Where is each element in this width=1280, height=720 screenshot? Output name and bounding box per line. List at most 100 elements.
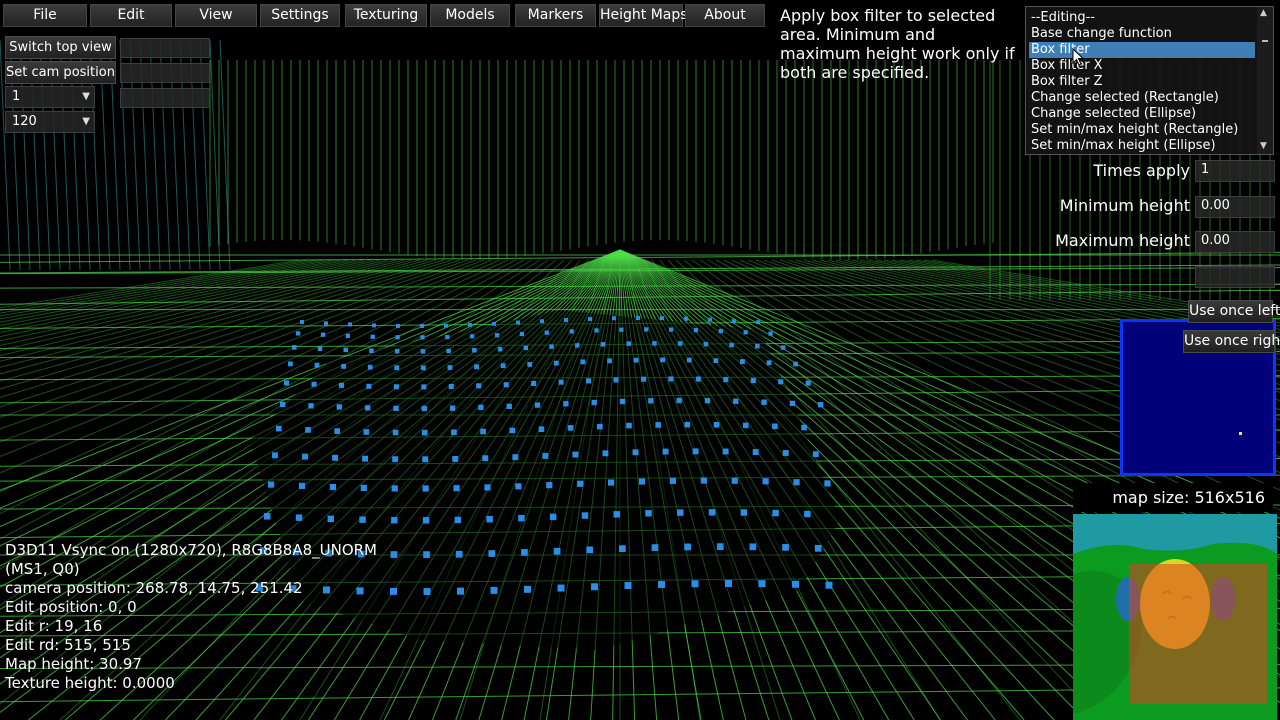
selection-point — [300, 320, 304, 324]
scroll-down-icon[interactable]: ▼ — [1260, 141, 1267, 151]
selection-point — [323, 586, 330, 594]
selection-point — [662, 448, 669, 455]
selection-point — [423, 587, 431, 595]
selection-point — [575, 343, 580, 348]
min-height-label: Minimum height — [1059, 196, 1190, 215]
selection-point — [602, 450, 609, 457]
selection-point — [476, 383, 482, 389]
list-item[interactable]: Set min/max height (Rectangle) — [1029, 122, 1255, 138]
switch-top-view-button[interactable]: Switch top view — [5, 36, 116, 59]
selection-point — [302, 453, 308, 460]
selection-point — [676, 397, 682, 404]
selection-point — [708, 509, 716, 516]
menu-edit[interactable]: Edit — [90, 4, 172, 27]
combo-box-2[interactable]: 120 ▼ — [5, 111, 95, 133]
list-item[interactable]: Change selected (Ellipse) — [1029, 106, 1255, 122]
list-item[interactable]: Box filter Z — [1029, 74, 1255, 90]
scroll-thumb[interactable] — [1262, 40, 1268, 42]
selection-point — [805, 380, 811, 386]
list-item[interactable]: Change selected (Rectangle) — [1029, 90, 1255, 106]
selection-point — [420, 349, 426, 354]
times-apply-label: Times apply — [1093, 161, 1190, 180]
list-item[interactable]: Set min/max height (Ellipse) — [1029, 138, 1255, 154]
list-item-selected[interactable]: Box filter — [1029, 42, 1255, 58]
selection-point — [500, 363, 506, 369]
selection-point — [492, 321, 496, 326]
selection-point — [448, 384, 454, 390]
menu-settings[interactable]: Settings — [260, 4, 340, 27]
selection-point — [692, 448, 699, 455]
selection-point — [540, 319, 544, 324]
renderer-info: D3D11 Vsync on (1280x720), R8G8B8A8_UNOR… — [5, 541, 377, 559]
menu-height-maps[interactable]: Height Maps — [599, 4, 688, 27]
selection-point — [345, 333, 350, 339]
selection-point — [276, 425, 282, 432]
selection-point — [640, 376, 646, 382]
heightmap-image — [1073, 514, 1277, 720]
listbox-scrollbar[interactable]: ▲ ▼ — [1257, 7, 1273, 154]
selection-point — [557, 584, 565, 592]
selection-point — [542, 452, 549, 459]
selection-point — [391, 516, 398, 524]
selection-point — [586, 546, 594, 554]
times-apply-input[interactable]: 1 — [1195, 160, 1275, 182]
selection-point — [336, 404, 342, 410]
selection-point — [691, 580, 699, 588]
selection-point — [768, 331, 773, 336]
selection-point — [515, 483, 522, 490]
selection-point — [750, 378, 756, 384]
cam-position-field[interactable] — [120, 63, 210, 83]
selection-point — [395, 335, 400, 340]
menu-markers[interactable]: Markers — [515, 4, 596, 27]
menu-models[interactable]: Models — [430, 4, 510, 27]
max-height-input[interactable]: 0.00 — [1195, 231, 1275, 253]
selection-point — [626, 422, 632, 429]
list-item[interactable]: Base change function — [1029, 26, 1255, 42]
selection-point — [743, 330, 748, 335]
use-once-right-button[interactable]: Use once right — [1183, 330, 1280, 353]
menu-texturing[interactable]: Texturing — [345, 4, 427, 27]
selection-point — [677, 509, 684, 516]
selection-point — [558, 379, 564, 385]
menu-about[interactable]: About — [685, 4, 765, 27]
selection-point — [329, 483, 336, 491]
top-view-field[interactable] — [120, 38, 210, 58]
selection-point — [490, 586, 498, 594]
use-once-left-button[interactable]: Use once left — [1188, 300, 1280, 323]
selection-point — [338, 382, 344, 388]
selection-point — [472, 347, 477, 353]
menu-view[interactable]: View — [175, 4, 257, 27]
selection-point — [392, 456, 399, 463]
function-listbox[interactable]: --Editing-- Base change function Box fil… — [1025, 6, 1274, 155]
menu-file[interactable]: File — [3, 4, 87, 27]
list-item[interactable]: Box filter X — [1029, 58, 1255, 74]
selection-point — [296, 331, 301, 336]
selection-point — [509, 427, 516, 434]
combo-side-field[interactable] — [120, 88, 210, 108]
selection-point — [704, 397, 711, 404]
selection-point — [716, 543, 724, 551]
combo-box-1-value: 1 — [12, 89, 21, 104]
selection-point — [534, 402, 541, 408]
extra-input[interactable] — [1195, 266, 1275, 288]
combo-box-1[interactable]: 1 ▼ — [5, 86, 95, 108]
selection-point — [364, 405, 371, 411]
selection-point — [486, 515, 493, 523]
selection-point — [468, 322, 472, 327]
selection-point — [372, 323, 376, 328]
list-item[interactable]: --Editing-- — [1029, 10, 1255, 26]
set-cam-position-button[interactable]: Set cam position — [5, 61, 116, 84]
selection-point — [332, 454, 338, 461]
min-height-input[interactable]: 0.00 — [1195, 196, 1275, 218]
selection-point — [391, 485, 398, 492]
selection-point — [782, 544, 789, 551]
selection-point — [660, 316, 664, 321]
scroll-up-icon[interactable]: ▲ — [1260, 8, 1267, 18]
selection-point — [445, 334, 450, 340]
selection-point — [824, 480, 831, 487]
selection-point — [320, 332, 326, 337]
selection-point — [521, 549, 528, 556]
texture-height-info: Texture height: 0.0000 — [5, 674, 175, 692]
selection-point — [484, 484, 491, 491]
heightmap-preview[interactable] — [1073, 514, 1277, 720]
